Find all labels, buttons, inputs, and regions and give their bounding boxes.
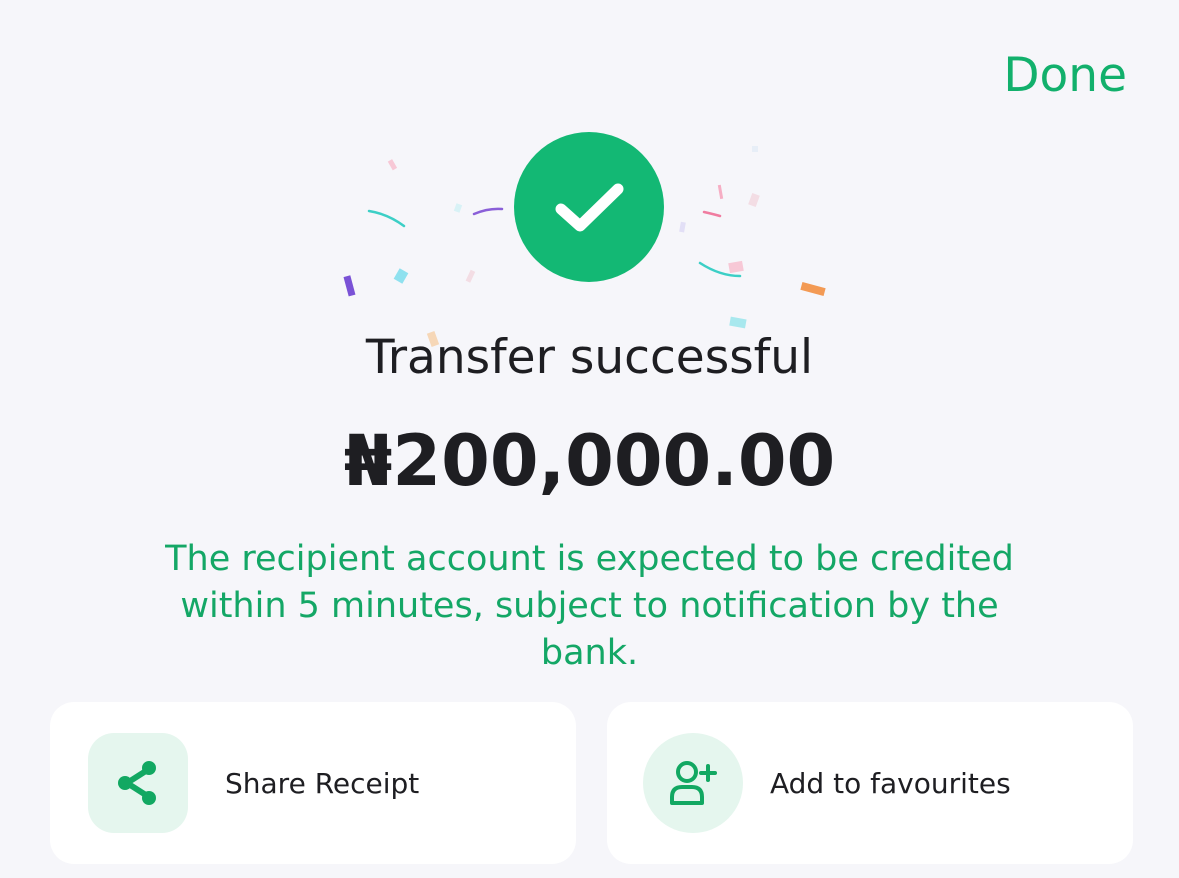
add-to-favourites-button[interactable]: Add to favourites (607, 702, 1133, 864)
transfer-amount: ₦200,000.00 (343, 420, 836, 502)
status-title: Transfer successful (365, 330, 814, 385)
success-check-icon (514, 132, 664, 282)
add-to-favourites-label: Add to favourites (770, 766, 1011, 800)
share-receipt-label: Share Receipt (225, 766, 420, 800)
credit-notice: The recipient account is expected to be … (165, 539, 1014, 673)
share-icon (88, 733, 188, 833)
add-user-icon (643, 733, 743, 833)
share-receipt-button[interactable]: Share Receipt (50, 702, 576, 864)
